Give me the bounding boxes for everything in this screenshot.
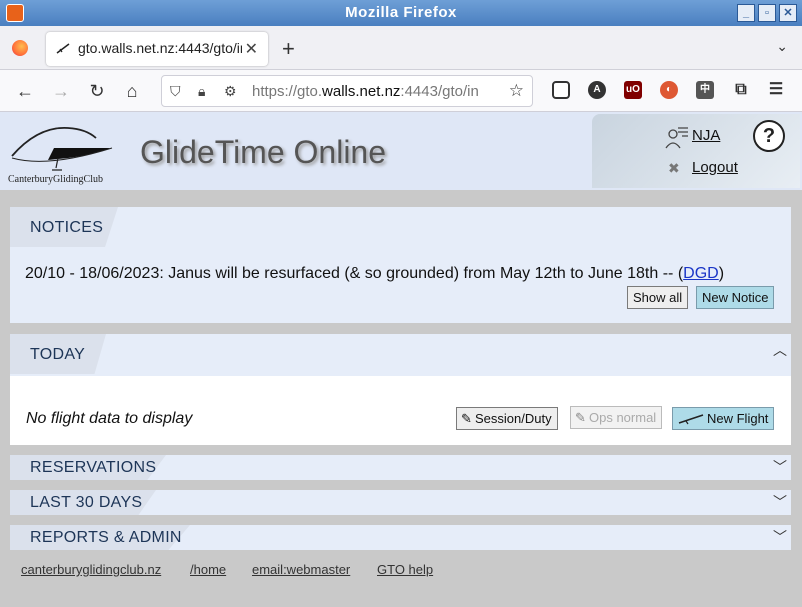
chevron-down-icon[interactable]: ﹀ xyxy=(773,527,787,547)
chevron-down-icon[interactable]: ⌄ xyxy=(776,38,788,55)
tab-gto[interactable]: gto.walls.net.nz:4443/gto/in ✕ xyxy=(46,32,268,66)
help-button[interactable]: ? xyxy=(753,120,785,152)
glider-icon xyxy=(678,414,704,425)
user-icon xyxy=(665,127,688,149)
window-title: Mozilla Firefox xyxy=(345,4,457,21)
tab-title: gto.walls.net.nz:4443/gto/in xyxy=(78,40,242,56)
footer-link-club[interactable]: canterburyglidingclub.nz xyxy=(21,562,161,577)
ublock-icon[interactable]: uO xyxy=(624,81,642,99)
page: CanterburyGlidingClub GlideTime Online N… xyxy=(0,112,802,607)
extensions-icon[interactable]: ⧉ xyxy=(732,81,750,99)
footer: canterburyglidingclub.nz /home email:web… xyxy=(0,552,802,597)
reservations-section[interactable]: RESERVATIONS ﹀ xyxy=(10,455,791,480)
maximize-button[interactable]: ▫ xyxy=(758,4,776,22)
notices-label: NOTICES xyxy=(30,219,104,236)
minimize-button[interactable]: _ xyxy=(737,4,755,22)
site-header: CanterburyGlidingClub GlideTime Online N… xyxy=(0,112,802,190)
url-bar[interactable]: ⛉ 🔒︎ ⚙ https://gto.walls.net.nz:4443/gto… xyxy=(161,75,533,107)
tab-bar: gto.walls.net.nz:4443/gto/in ✕ + ⌄ xyxy=(0,26,802,70)
back-button[interactable]: ← xyxy=(13,79,37,103)
chevron-down-icon[interactable]: ﹀ xyxy=(773,492,787,512)
footer-link-webmaster[interactable]: email:webmaster xyxy=(252,562,350,577)
notice-author-link[interactable]: DGD xyxy=(683,265,719,282)
chevron-up-icon[interactable]: ︿ xyxy=(773,340,787,360)
new-tab-button[interactable]: + xyxy=(282,36,295,62)
reload-button[interactable]: ↻ xyxy=(85,79,109,103)
site-title: GlideTime Online xyxy=(140,134,387,170)
url-text[interactable]: https://gto.walls.net.nz:4443/gto/in xyxy=(252,83,502,100)
notice-item: 20/10 - 18/06/2023: Janus will be resurf… xyxy=(25,265,725,282)
pencil-icon: ✎ xyxy=(575,410,586,425)
glider-favicon-icon xyxy=(56,43,70,54)
tab-close-icon[interactable]: ✕ xyxy=(245,39,258,59)
navigation-bar: ← → ↻ ⌂ ⛉ 🔒︎ ⚙ https://gto.walls.net.nz:… xyxy=(0,70,802,112)
bookmark-star-icon[interactable]: ☆ xyxy=(509,81,524,101)
duckduckgo-icon[interactable]: ◐ xyxy=(660,81,678,99)
footer-link-home[interactable]: /home xyxy=(190,562,226,577)
new-notice-button[interactable]: New Notice xyxy=(696,286,775,309)
reservations-label: RESERVATIONS xyxy=(30,459,157,476)
chevron-down-icon[interactable]: ﹀ xyxy=(773,457,787,477)
account-icon[interactable]: A xyxy=(588,81,606,99)
last-30-days-section[interactable]: LAST 30 DAYS ﹀ xyxy=(10,490,791,515)
pencil-icon: ✎ xyxy=(461,411,472,426)
logo-text: CanterburyGlidingClub xyxy=(8,174,103,185)
permissions-icon[interactable]: ⚙ xyxy=(224,83,237,100)
menu-icon[interactable]: ☰ xyxy=(767,81,785,99)
reports-admin-section[interactable]: REPORTS & ADMIN ﹀ xyxy=(10,525,791,550)
new-flight-button[interactable]: New Flight xyxy=(672,407,775,430)
pocket-icon[interactable] xyxy=(552,81,570,99)
translate-icon[interactable]: 中 xyxy=(696,81,714,99)
firefox-view-icon[interactable] xyxy=(12,40,28,56)
reports-admin-label: REPORTS & ADMIN xyxy=(30,529,182,546)
ops-normal-button[interactable]: ✎ Ops normal xyxy=(570,406,663,429)
footer-link-help[interactable]: GTO help xyxy=(377,562,433,577)
close-window-button[interactable]: ✕ xyxy=(779,4,797,22)
today-section: TODAY ︿ No flight data to display ✎ Sessi… xyxy=(10,334,791,445)
session-duty-button[interactable]: ✎ Session/Duty xyxy=(456,407,558,430)
home-button[interactable]: ⌂ xyxy=(120,79,144,103)
shield-icon[interactable]: ⛉ xyxy=(170,83,181,100)
window-titlebar: Mozilla Firefox _ ▫ ✕ xyxy=(0,0,802,26)
notices-section: NOTICES 20/10 - 18/06/2023: Janus will b… xyxy=(10,207,791,323)
show-all-button[interactable]: Show all xyxy=(627,286,689,309)
today-body: No flight data to display ✎ Session/Duty … xyxy=(10,376,791,445)
user-link[interactable]: NJA xyxy=(692,127,720,144)
lock-icon[interactable]: 🔒︎ xyxy=(198,83,205,100)
logout-link[interactable]: Logout xyxy=(692,159,738,176)
no-flight-data-text: No flight data to display xyxy=(26,410,193,427)
logout-icon[interactable]: ✖ xyxy=(668,160,680,177)
last-30-days-label: LAST 30 DAYS xyxy=(30,494,143,511)
forward-button[interactable]: → xyxy=(49,79,73,103)
today-label: TODAY xyxy=(30,346,86,363)
